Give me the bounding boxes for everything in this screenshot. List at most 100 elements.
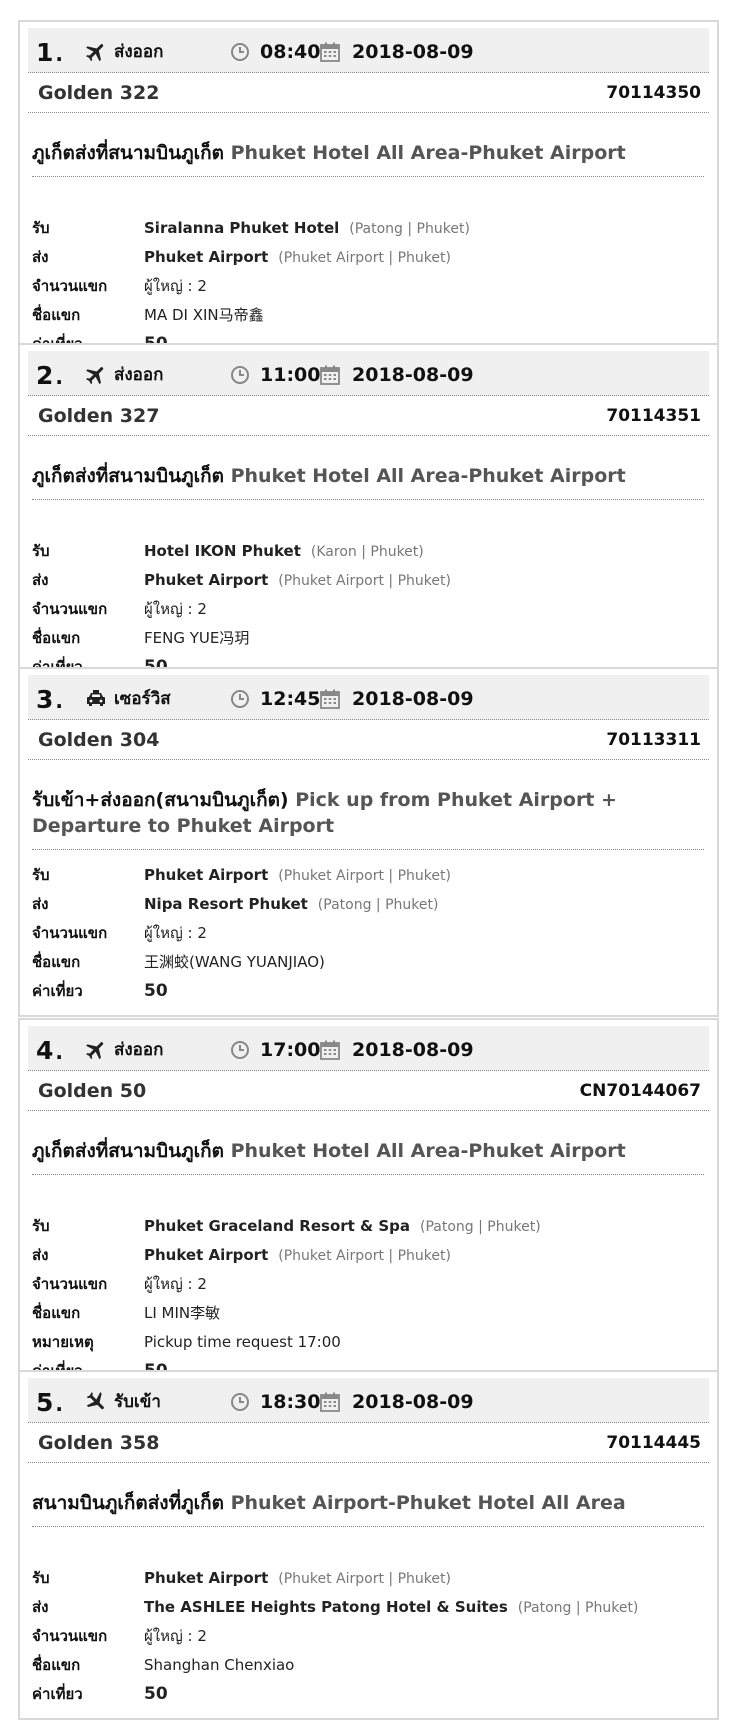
job-date: 2018-08-09 [352,1391,474,1413]
guest-row-label: ชื่อแขก [32,1304,81,1322]
route-thai: สนามบินภูเก็ตส่งที่ภูเก็ต [32,1492,224,1514]
job-number-dot: . [55,365,64,389]
airplane-icon [84,40,108,64]
dropoff-row-value: Phuket Airport (Phuket Airport | Phuket) [144,1245,451,1266]
passenger-count: ผู้ใหญ่ : 2 [144,1627,207,1645]
dropoff-area: (Phuket Airport | Phuket) [278,250,451,266]
fare-amount: 50 [144,981,168,1001]
job-time: 12:45 [260,688,321,710]
pickup-row-label: รับ [32,542,50,560]
guest-name: MA DI XIN马帝鑫 [144,306,264,324]
note-row-label: หมายเหตุ [32,1333,94,1351]
dropoff-row: ส่ง Phuket Airport (Phuket Airport | Phuke… [32,570,704,590]
guest-row-label: ชื่อแขก [32,629,81,647]
route-english: Phuket Airport-Phuket Hotel All Area [230,1492,626,1514]
fare-amount: 50 [144,1684,168,1704]
job-type-label: ส่งออก [114,1040,164,1060]
dropoff-place: Phuket Airport [144,571,269,589]
job-card[interactable]: 5. รับเข้า 18:30 2018-08-09 Golden 358 701144… [18,1370,719,1720]
booking-code: 70113311 [606,730,701,750]
dropoff-place: Phuket Airport [144,1246,269,1264]
passengers-row-label: จำนวนแขก [32,924,108,942]
calendar-icon [318,363,342,387]
route-title: รับเข้า+ส่งออก(สนามบินภูเก็ต) Pick up fr… [32,777,704,850]
guest-row-value: FENG YUE冯玥 [144,628,249,648]
route-english: Phuket Hotel All Area-Phuket Airport [230,465,626,487]
guest-row: ชื่อแขก 王渊蛟(WANG YUANJIAO) [32,952,704,972]
job-number: 4. [36,1036,63,1067]
dropoff-place: Nipa Resort Phuket [144,895,308,913]
job-card[interactable]: 4. ส่งออก 17:00 2018-08-09 Golden 50 CN701440… [18,1018,719,1397]
route-title: สนามบินภูเก็ตส่งที่ภูเก็ต Phuket Airport… [32,1480,704,1527]
dropoff-area: (Phuket Airport | Phuket) [278,573,451,589]
driver-name: Golden 50 [38,1080,147,1102]
passengers-row: จำนวนแขก ผู้ใหญ่ : 2 [32,923,704,943]
job-header: 3. เซอร์วิส 12:45 2018-08-09 [28,675,709,720]
route-title: ภูเก็ตส่งที่สนามบินภูเก็ต Phuket Hotel A… [32,1128,704,1175]
job-number-value: 2 [36,361,54,390]
passengers-row-label: จำนวนแขก [32,1627,108,1645]
fare-row-value: 50 [144,981,168,1001]
taxi-icon [84,687,108,711]
job-number-value: 1 [36,38,54,67]
job-number: 1. [36,38,63,69]
route-thai: ภูเก็ตส่งที่สนามบินภูเก็ต [32,1140,224,1162]
pickup-row-label: รับ [32,1569,50,1587]
job-time: 18:30 [260,1391,321,1413]
job-number-value: 4 [36,1036,54,1065]
job-card[interactable]: 2. ส่งออก 11:00 2018-08-09 Golden 327 7011435… [18,343,719,693]
guest-name: FENG YUE冯玥 [144,629,250,647]
pickup-row: รับ Phuket Graceland Resort & Spa (Patong … [32,1216,704,1236]
passengers-row-value: ผู้ใหญ่ : 2 [144,1274,207,1294]
calendar-icon [318,687,342,711]
job-number-dot: . [55,1392,64,1416]
note-text: Pickup time request 17:00 [144,1333,341,1351]
pickup-row: รับ Phuket Airport (Phuket Airport | Phuke… [32,865,704,885]
job-card[interactable]: 1. ส่งออก 08:40 2018-08-09 Golden 322 7011435… [18,20,719,370]
guest-name: LI MIN李敏 [144,1304,221,1322]
passengers-row-value: ผู้ใหญ่ : 2 [144,276,207,296]
job-number: 3. [36,685,63,716]
clock-icon [228,1390,252,1414]
calendar-icon [318,40,342,64]
route-thai: ภูเก็ตส่งที่สนามบินภูเก็ต [32,465,224,487]
dropoff-row-label: ส่ง [32,1598,49,1616]
note-row: หมายเหตุ Pickup time request 17:00 [32,1332,704,1352]
guest-row: ชื่อแขก LI MIN李敏 [32,1303,704,1323]
passengers-row: จำนวนแขก ผู้ใหญ่ : 2 [32,1626,704,1646]
fare-row-label: ค่าเที่ยว [32,1685,83,1703]
route-english: Phuket Hotel All Area-Phuket Airport [230,142,626,164]
fare-row: ค่าเที่ยว 50 [32,1684,704,1704]
route-title: ภูเก็ตส่งที่สนามบินภูเก็ต Phuket Hotel A… [32,130,704,177]
pickup-row-label: รับ [32,866,50,884]
driver-row: Golden 327 70114351 [28,395,709,436]
guest-name: Shanghan Chenxiao [144,1656,295,1674]
pickup-place: Phuket Airport [144,866,269,884]
booking-code: 70114350 [606,83,701,103]
driver-name: Golden 358 [38,1432,160,1454]
dropoff-row-value: The ASHLEE Heights Patong Hotel & Suites… [144,1597,638,1618]
passengers-row: จำนวนแขก ผู้ใหญ่ : 2 [32,276,704,296]
dropoff-row: ส่ง Phuket Airport (Phuket Airport | Phuke… [32,1245,704,1265]
dropoff-row-value: Phuket Airport (Phuket Airport | Phuket) [144,247,451,268]
calendar-icon [318,1038,342,1062]
job-card[interactable]: 3. เซอร์วิส 12:45 2018-08-09 Golden 304 70113… [18,667,719,1017]
clock-icon [228,40,252,64]
dropoff-row: ส่ง Phuket Airport (Phuket Airport | Phuke… [32,247,704,267]
route-english: Phuket Hotel All Area-Phuket Airport [230,1140,626,1162]
guest-name: 王渊蛟(WANG YUANJIAO) [144,953,325,971]
pickup-place: Siralanna Phuket Hotel [144,219,340,237]
job-number-dot: . [55,689,64,713]
pickup-area: (Phuket Airport | Phuket) [278,868,451,884]
calendar-icon [318,1390,342,1414]
pickup-row-label: รับ [32,1217,50,1235]
dropoff-row-label: ส่ง [32,571,49,589]
driver-name: Golden 322 [38,82,160,104]
driver-row: Golden 304 70113311 [28,719,709,760]
driver-row: Golden 322 70114350 [28,72,709,113]
guest-row-value: MA DI XIN马帝鑫 [144,305,264,325]
job-type-label: รับเข้า [114,1392,161,1412]
job-header: 1. ส่งออก 08:40 2018-08-09 [28,28,709,73]
pickup-row-value: Phuket Graceland Resort & Spa (Patong | P… [144,1216,541,1237]
route-title: ภูเก็ตส่งที่สนามบินภูเก็ต Phuket Hotel A… [32,453,704,500]
